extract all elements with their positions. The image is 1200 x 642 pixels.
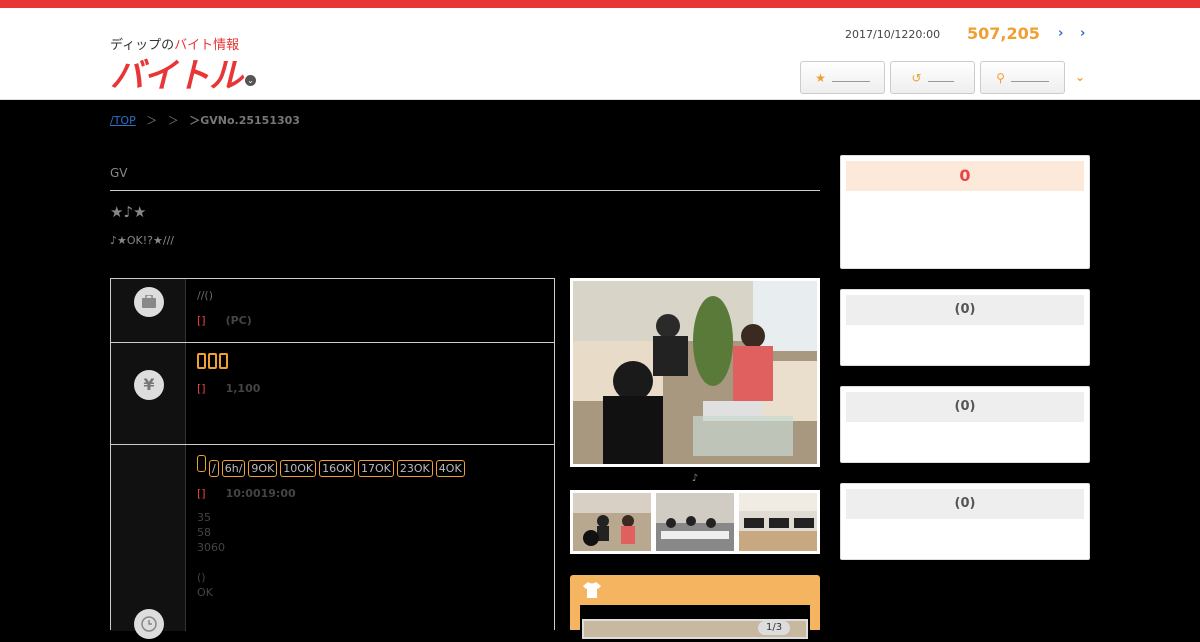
breadcrumb-separator: ＞: [146, 114, 158, 127]
briefcase-icon: [134, 287, 164, 317]
sidebar-box-header: (0): [846, 295, 1084, 325]
thumbnail-image[interactable]: [739, 493, 817, 551]
chevron-right-icon[interactable]: ›: [1080, 26, 1085, 41]
thumbnail-image[interactable]: [573, 493, 651, 551]
time-note: (): [197, 571, 206, 584]
pay-amount: 1,100: [225, 382, 261, 395]
time-tag: [197, 455, 206, 472]
sidebar-box-header: (0): [846, 489, 1084, 519]
info-icon-cell: [111, 445, 186, 639]
info-icon-cell: ¥: [111, 343, 186, 444]
time-tag: 16OK: [319, 460, 356, 477]
time-note: [197, 555, 547, 570]
favorites-button[interactable]: ★: [800, 61, 885, 94]
time-tags: /6h/9OK 10OK 16OK 17OK 23OK 4OK: [197, 455, 547, 477]
job-info-table: //() [] (PC) ¥ [] 1,100 /6h/9OK 10OK 16OK 17O…: [110, 278, 555, 639]
chevron-right-icon[interactable]: ›: [1058, 26, 1063, 41]
pay-tag: []: [197, 382, 206, 395]
time-tag: 4OK: [435, 460, 465, 477]
job-type-detail: (PC): [225, 314, 252, 327]
info-row-time: /6h/9OK 10OK 16OK 17OK 23OK 4OK [] 10:0019:00 …: [111, 445, 554, 639]
search-icon: ⚲: [996, 70, 1005, 85]
job-count: 507,205: [967, 24, 1040, 43]
info-icon-cell: [111, 279, 186, 342]
info-content: //() [] (PC): [197, 289, 547, 327]
panel-pager[interactable]: 1/3: [758, 621, 791, 635]
job-catchphrase: ★♪★: [110, 203, 147, 221]
pay-tags: [197, 353, 547, 372]
time-tag: /: [209, 460, 219, 477]
breadcrumb-top-link[interactable]: /TOP: [110, 114, 136, 127]
work-hours: 10:0019:00: [225, 487, 296, 500]
thumbnail-image[interactable]: [656, 493, 734, 551]
site-header: ディップのバイト情報 バイトル ⌄ 2017/10/1220:00 507,20…: [0, 8, 1200, 100]
sidebar-box: 0: [840, 155, 1090, 269]
company-name: GV: [110, 166, 128, 180]
time-tag: 9OK: [248, 460, 278, 477]
history-icon: ↺: [911, 70, 922, 85]
breadcrumb-current: ＞GVNo.25151303: [189, 114, 300, 127]
station-tag: []: [197, 314, 206, 327]
clock-icon: [134, 609, 164, 639]
history-button[interactable]: ↺: [890, 61, 975, 94]
time-note: 35: [197, 511, 211, 524]
time-notes: 35 58 3060 () OK: [197, 510, 547, 600]
saved-search-button[interactable]: ⚲: [980, 61, 1065, 94]
shirt-icon: [582, 581, 602, 603]
yen-icon: ¥: [134, 370, 164, 400]
workplace-panel: 1/3: [570, 575, 820, 639]
time-tag: 6h/: [221, 460, 246, 477]
sidebar-box: (0): [840, 483, 1090, 560]
photo-thumbnails: [570, 490, 820, 554]
sidebar-box-header: (0): [846, 392, 1084, 422]
time-tag: 17OK: [358, 460, 394, 477]
logo-chevron-icon[interactable]: ⌄: [245, 75, 256, 86]
time-tag: 10OK: [280, 460, 317, 477]
sidebar-box-header: 0: [846, 161, 1084, 191]
time-note: 3060: [197, 541, 225, 554]
breadcrumb-separator: ＞: [167, 114, 179, 127]
job-type-text: //(): [197, 289, 213, 302]
photo-caption: ♪: [691, 473, 699, 484]
sidebar-box: (0): [840, 386, 1090, 463]
info-content: [] 1,100: [197, 353, 547, 395]
time-note: 58: [197, 526, 211, 539]
info-row-pay: ¥ [] 1,100: [111, 343, 554, 445]
sidebar-box: (0): [840, 289, 1090, 366]
star-icon: ★: [815, 70, 826, 85]
time-tag-label: []: [197, 487, 206, 500]
update-date: 2017/10/1220:00: [845, 28, 941, 41]
main-photo[interactable]: [570, 278, 820, 467]
job-subcatch: ♪★OK!?★///: [110, 234, 174, 247]
info-content: /6h/9OK 10OK 16OK 17OK 23OK 4OK [] 10:0019:00 …: [197, 455, 547, 600]
top-accent-bar: [0, 0, 1200, 8]
divider: [110, 190, 820, 191]
info-row-job-type: //() [] (PC): [111, 279, 554, 343]
time-note: OK: [197, 586, 213, 599]
time-tag: 23OK: [396, 460, 433, 477]
menu-chevron-down-icon[interactable]: ⌄: [1075, 70, 1085, 84]
breadcrumb: /TOP ＞ ＞ ＞GVNo.25151303: [110, 112, 300, 128]
site-logo[interactable]: バイトル: [110, 48, 243, 97]
